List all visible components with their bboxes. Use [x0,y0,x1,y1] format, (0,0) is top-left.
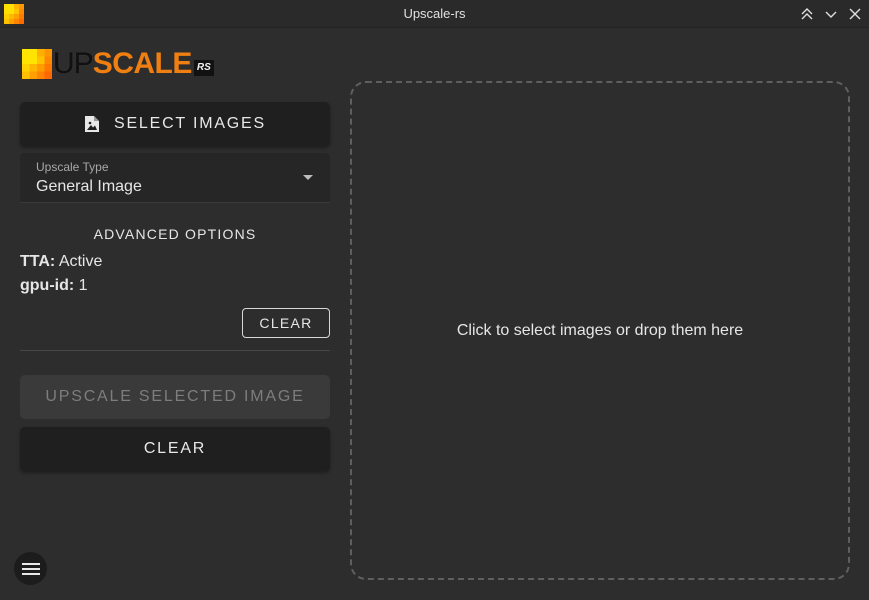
upscale-selected-image-button[interactable]: UPSCALE SELECTED IMAGE [20,375,330,419]
title-bar: Upscale-rs [0,0,869,28]
option-tta: TTA: Active [20,253,102,271]
select-images-button[interactable]: SELECT IMAGES [20,102,330,146]
option-key: TTA: [20,253,56,270]
keep-above-icon[interactable] [797,4,817,24]
logo-badge: RS [193,60,214,76]
window-title: Upscale-rs [403,6,466,21]
upscale-type-select[interactable]: Upscale Type General Image [20,153,330,203]
option-key: gpu-id: [20,277,75,294]
option-value: Active [58,253,103,270]
option-gpu-id: gpu-id: 1 [20,277,88,295]
image-file-icon [84,115,100,133]
logo-text-up: UP [53,47,94,80]
logo-mark-icon [22,49,52,79]
dropdown-arrow-icon [303,175,313,180]
close-icon[interactable] [845,4,865,24]
drop-zone-text: Click to select images or drop them here [456,321,744,339]
select-images-label: SELECT IMAGES [113,115,267,132]
clear-button[interactable]: CLEAR [20,427,330,471]
image-drop-zone[interactable]: Click to select images or drop them here [350,81,850,580]
menu-icon [21,562,40,575]
app-window: Upscale-rs UP SCALE RS SELECT IMAGES Ups… [0,0,869,600]
minimize-icon[interactable] [821,4,841,24]
clear-options-button[interactable]: CLEAR [242,308,330,338]
upscale-type-value: General Image [36,178,142,195]
logo-text-scale: SCALE [92,47,193,80]
menu-button[interactable] [14,552,47,585]
upscale-type-label: Upscale Type [36,160,109,174]
advanced-options-title: ADVANCED OPTIONS [93,226,257,242]
divider [20,350,330,351]
option-value: 1 [78,277,88,294]
app-logo: UP SCALE RS [22,47,214,79]
